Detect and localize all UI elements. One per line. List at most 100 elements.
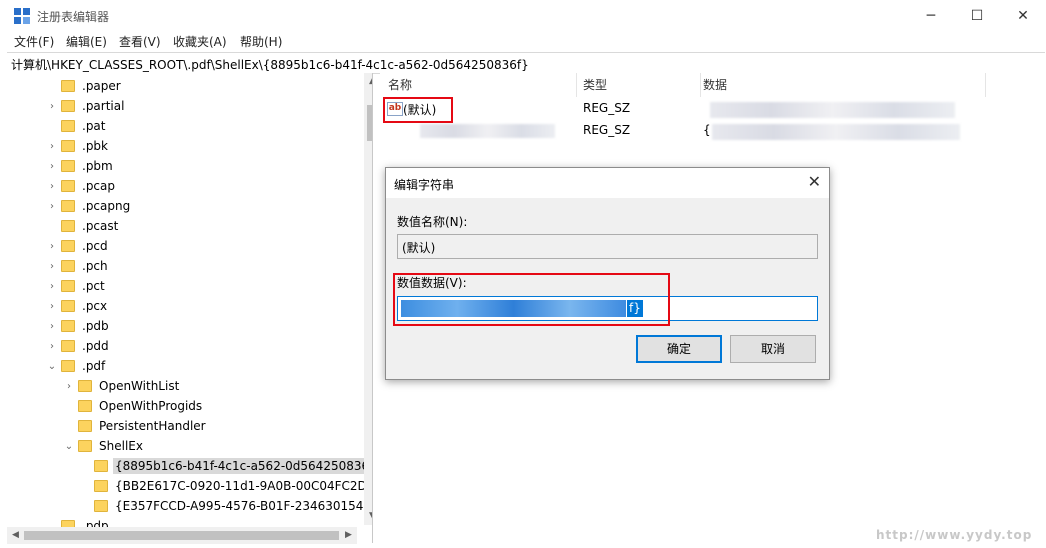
minimize-button[interactable]: ─ xyxy=(908,0,954,32)
window-title: 注册表编辑器 xyxy=(37,10,110,24)
tree-item[interactable]: › .partial xyxy=(47,96,126,116)
tree-item-label: OpenWithList xyxy=(99,379,180,393)
tree-item[interactable]: › .pcd xyxy=(47,236,110,256)
expand-chevron-icon[interactable]: ⌄ xyxy=(47,361,57,372)
tree-item[interactable]: › .pdd xyxy=(47,336,111,356)
value-row-2[interactable]: REG_SZ { xyxy=(380,120,1046,142)
expand-chevron-icon[interactable]: › xyxy=(47,181,57,192)
column-header-type[interactable]: 类型 xyxy=(577,73,701,97)
tree-item[interactable]: PersistentHandler xyxy=(64,416,208,436)
tree-item[interactable]: ⌄ ShellEx xyxy=(64,436,145,456)
tree-item-label: OpenWithProgids xyxy=(99,399,203,413)
tree-item[interactable]: › .pdb xyxy=(47,316,111,336)
tree-horizontal-scrollbar[interactable]: ◀ ▶ xyxy=(7,527,357,544)
expand-chevron-icon[interactable]: › xyxy=(47,301,57,312)
watermark: http://www.yydy.top xyxy=(876,528,1033,542)
expand-chevron-icon[interactable]: › xyxy=(47,101,57,112)
folder-icon xyxy=(61,220,75,232)
column-header-data[interactable]: 数据 xyxy=(701,73,986,97)
value-row-default[interactable]: ab (默认) REG_SZ xyxy=(380,98,1046,120)
value-data: { xyxy=(703,123,711,137)
scroll-down-icon[interactable]: ▼ xyxy=(364,508,372,525)
address-bar[interactable]: 计算机\HKEY_CLASSES_ROOT\.pdf\ShellEx\{8895… xyxy=(7,52,1045,74)
tree-scroll-thumb[interactable] xyxy=(367,105,372,141)
tree-item-label: .paper xyxy=(82,79,121,93)
folder-icon xyxy=(61,180,75,192)
tree-hscroll-thumb[interactable] xyxy=(24,531,339,540)
dialog-close-icon[interactable]: ✕ xyxy=(808,172,821,191)
tree-item-label: .pdb xyxy=(82,319,109,333)
scroll-up-icon[interactable]: ▲ xyxy=(364,73,372,90)
tree-item-label: .pcd xyxy=(82,239,108,253)
folder-icon xyxy=(61,200,75,212)
menu-edit[interactable]: 编辑(E) xyxy=(66,33,107,50)
maximize-button[interactable]: ☐ xyxy=(954,0,1000,32)
redacted-name xyxy=(420,124,555,138)
tree-item[interactable]: {8895b1c6-b41f-4c1c-a562-0d564250836f xyxy=(80,456,372,476)
tree-item[interactable]: › .pbm xyxy=(47,156,115,176)
tree-item-label: {E357FCCD-A995-4576-B01F-234630154E9 xyxy=(115,499,373,513)
expand-chevron-icon[interactable]: › xyxy=(47,161,57,172)
tree-item[interactable]: › .pcapng xyxy=(47,196,132,216)
expand-chevron-icon[interactable]: › xyxy=(47,281,57,292)
expand-chevron-icon[interactable]: › xyxy=(47,241,57,252)
expand-chevron-icon[interactable]: › xyxy=(64,381,74,392)
folder-icon xyxy=(78,420,92,432)
folder-icon xyxy=(61,280,75,292)
expand-chevron-icon[interactable]: › xyxy=(47,141,57,152)
tree-item-label: .pbk xyxy=(82,139,108,153)
tree-item[interactable]: .pcast xyxy=(47,216,120,236)
address-path: 计算机\HKEY_CLASSES_ROOT\.pdf\ShellEx\{8895… xyxy=(11,58,529,72)
folder-icon xyxy=(61,260,75,272)
tree-item[interactable]: › .pcx xyxy=(47,296,109,316)
tree-item-label: {8895b1c6-b41f-4c1c-a562-0d564250836f xyxy=(113,458,372,474)
tree-item[interactable]: .pat xyxy=(47,116,108,136)
value-name-field: (默认) xyxy=(397,234,818,259)
tree-item[interactable]: › OpenWithList xyxy=(64,376,181,396)
scroll-right-icon[interactable]: ▶ xyxy=(340,527,357,544)
tree-item[interactable]: ⌄ .pdf xyxy=(47,356,107,376)
tree-item-label: .pcap xyxy=(82,179,115,193)
tree-item[interactable]: {E357FCCD-A995-4576-B01F-234630154E9 xyxy=(80,496,373,516)
close-icon: ✕ xyxy=(1017,8,1029,24)
expand-chevron-icon[interactable]: › xyxy=(47,341,57,352)
expand-chevron-icon[interactable]: › xyxy=(47,321,57,332)
ok-button[interactable]: 确定 xyxy=(636,335,722,363)
tree-item[interactable]: › .pct xyxy=(47,276,107,296)
maximize-icon: ☐ xyxy=(970,8,984,24)
menu-file[interactable]: 文件(F) xyxy=(14,33,54,50)
value-type: REG_SZ xyxy=(583,101,631,115)
tree-item[interactable]: › .pbk xyxy=(47,136,110,156)
tree-item[interactable]: {BB2E617C-0920-11d1-9A0B-00C04FC2D6 xyxy=(80,476,373,496)
tree-vertical-scrollbar[interactable]: ▲ ▼ xyxy=(364,73,372,525)
tree-item[interactable]: OpenWithProgids xyxy=(64,396,204,416)
tree-item[interactable]: › .pcap xyxy=(47,176,117,196)
folder-icon xyxy=(61,320,75,332)
menu-help[interactable]: 帮助(H) xyxy=(240,33,282,50)
expand-chevron-icon[interactable]: › xyxy=(47,201,57,212)
tree-item-label: ShellEx xyxy=(99,439,143,453)
expand-chevron-icon[interactable]: › xyxy=(47,261,57,272)
menu-favorites[interactable]: 收藏夹(A) xyxy=(173,33,227,50)
tree-item-label: PersistentHandler xyxy=(99,419,206,433)
tree-item-label: .pdf xyxy=(82,359,106,373)
folder-icon xyxy=(61,340,75,352)
expand-chevron-icon[interactable]: ⌄ xyxy=(64,441,74,452)
highlight-default-value xyxy=(383,97,453,123)
column-header-name[interactable]: 名称 xyxy=(380,73,577,97)
menu-view[interactable]: 查看(V) xyxy=(119,33,161,50)
key-tree[interactable]: .paper › .partial .pat › .pbk › .pbm › .pcap › .pca… xyxy=(7,73,373,543)
scroll-left-icon[interactable]: ◀ xyxy=(7,527,24,544)
folder-icon xyxy=(61,100,75,112)
tree-item[interactable]: .paper xyxy=(47,76,123,96)
folder-icon xyxy=(61,360,75,372)
tree-item-label: .pcapng xyxy=(82,199,131,213)
close-button[interactable]: ✕ xyxy=(1000,0,1046,32)
value-type: REG_SZ xyxy=(583,123,631,137)
regedit-app-icon xyxy=(14,8,30,24)
tree-item[interactable]: › .pch xyxy=(47,256,110,276)
cancel-button[interactable]: 取消 xyxy=(730,335,816,363)
folder-icon xyxy=(61,140,75,152)
tree-item-label: {BB2E617C-0920-11d1-9A0B-00C04FC2D6 xyxy=(115,479,373,493)
tree-item-label: .pat xyxy=(82,119,106,133)
